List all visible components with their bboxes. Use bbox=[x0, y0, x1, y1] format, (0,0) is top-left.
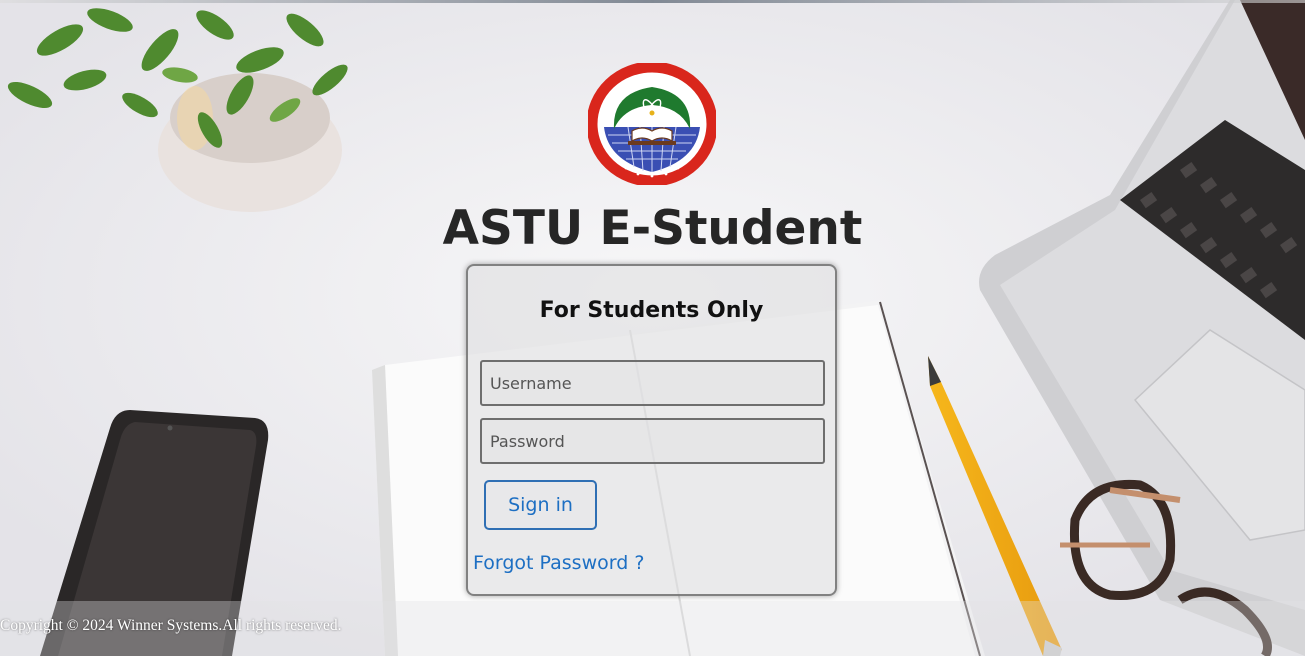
sign-in-button[interactable]: Sign in bbox=[484, 480, 597, 530]
page-title: ASTU E-Student bbox=[442, 201, 863, 256]
forgot-password-link[interactable]: Forgot Password ? bbox=[473, 552, 644, 574]
footer-copyright: Copyright © 2024 Winner Systems.All righ… bbox=[0, 617, 342, 634]
username-input[interactable] bbox=[480, 360, 825, 406]
login-heading: For Students Only bbox=[539, 298, 764, 323]
password-input[interactable] bbox=[480, 418, 825, 464]
login-card: For Students Only Sign in Forgot Passwor… bbox=[466, 264, 837, 596]
astu-logo-icon bbox=[588, 63, 716, 185]
top-accent-strip bbox=[0, 0, 1305, 3]
